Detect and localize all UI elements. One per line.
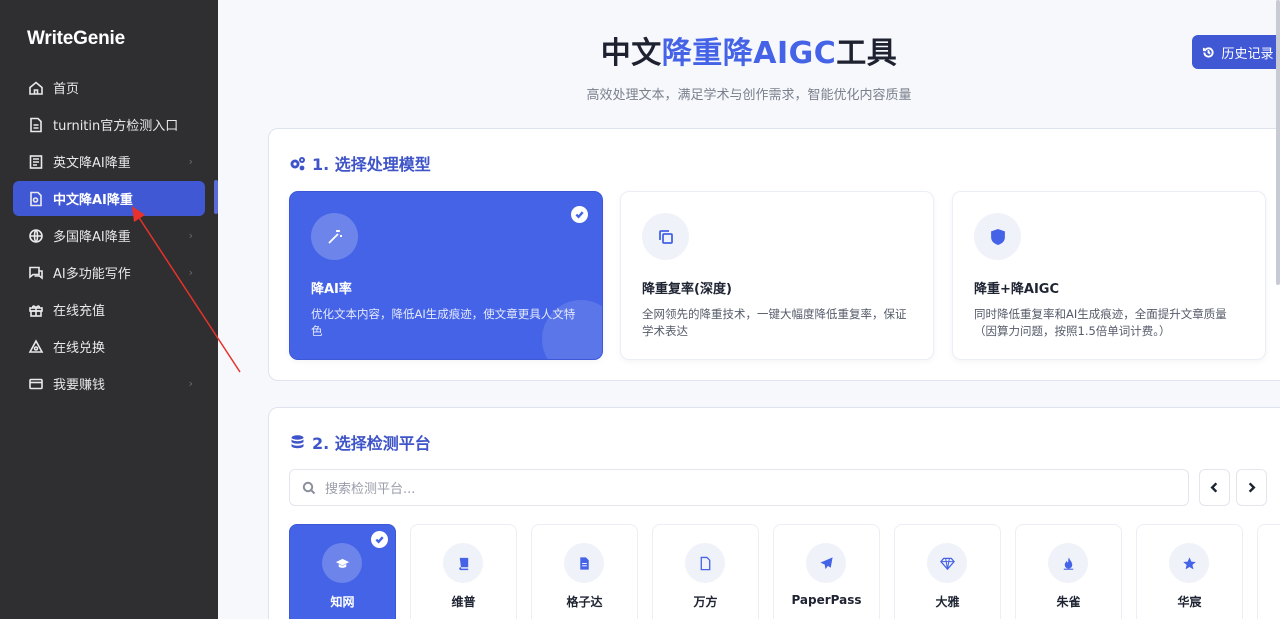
chat-icon <box>27 264 45 282</box>
history-icon <box>1203 46 1215 58</box>
sidebar-item-label: 多国降AI降重 <box>53 230 131 245</box>
sidebar-item-label: AI多功能写作 <box>53 267 131 282</box>
platform-name: 万方 <box>693 595 718 609</box>
flame-icon <box>1048 543 1088 583</box>
platform-panel: 2. 选择检测平台 搜索检测平台... 知网 维普 格子达 万方 PaperPa… <box>268 407 1280 619</box>
search-placeholder: 搜索检测平台... <box>325 482 416 497</box>
shield-icon <box>974 213 1021 260</box>
sidebar-item-home[interactable]: 首页 <box>0 69 218 106</box>
chevron-left-icon <box>1210 482 1218 493</box>
platform-name: 华宸 <box>1177 595 1202 609</box>
sidebar-item-turnitin[interactable]: turnitin官方检测入口 <box>0 106 218 143</box>
globe-icon <box>27 227 45 245</box>
sidebar-item-multinational[interactable]: 多国降AI降重 › <box>0 217 218 254</box>
magic-wand-icon <box>311 213 358 260</box>
sidebar-item-label: 在线兑换 <box>53 341 106 356</box>
platform-card-huachen[interactable]: 华宸 <box>1136 524 1243 619</box>
copy-icon <box>642 213 689 260</box>
platform-name: 朱雀 <box>1056 595 1081 609</box>
chevron-right-icon: › <box>188 155 193 168</box>
chevron-right-icon <box>1248 482 1256 493</box>
file-icon <box>685 543 725 583</box>
platform-name: PaperPass <box>791 593 862 607</box>
model-panel-title: 1. 选择处理模型 <box>289 151 431 175</box>
sidebar-item-label: 首页 <box>53 82 80 97</box>
platform-card-vip[interactable]: 维普 <box>410 524 517 619</box>
document-icon <box>27 116 45 134</box>
brand-logo[interactable]: WriteGenie <box>27 28 125 50</box>
platform-panel-title: 2. 选择检测平台 <box>289 430 431 454</box>
database-icon <box>291 434 304 448</box>
exchange-icon <box>27 338 45 356</box>
check-icon <box>371 531 388 548</box>
sidebar-item-label: 在线充值 <box>53 304 106 319</box>
platform-search-input[interactable]: 搜索检测平台... <box>289 469 1189 506</box>
book-icon <box>27 153 45 171</box>
platform-card-gezida[interactable]: 格子达 <box>531 524 638 619</box>
sidebar-item-redeem[interactable]: 在线兑换 <box>0 328 218 365</box>
sidebar-item-label: 我要赚钱 <box>53 378 106 393</box>
search-icon <box>302 481 316 494</box>
sidebar-item-label: turnitin官方检测入口 <box>53 119 179 134</box>
gem-icon <box>927 543 967 583</box>
platform-name: 知网 <box>330 595 355 609</box>
sidebar-item-label: 中文降AI降重 <box>53 193 133 208</box>
next-button[interactable] <box>1236 469 1267 506</box>
sidebar-nav: 首页 turnitin官方检测入口 英文降AI降重 › 中文降AI降重 多国降A… <box>0 69 218 402</box>
model-card-dedup-aigc[interactable]: 降重+降AIGC 同时降低重复率和AI生成痕迹，全面提升文章质量（因算力问题，按… <box>952 191 1266 360</box>
platform-card-daya[interactable]: 大雅 <box>894 524 1001 619</box>
model-name: 降重复率(深度) <box>642 282 732 297</box>
model-panel: 1. 选择处理模型 降AI率 优化文本内容，降低AI生成痕迹，使文章更具人文特色… <box>268 128 1280 381</box>
sidebar: WriteGenie 首页 turnitin官方检测入口 英文降AI降重 › 中… <box>0 0 218 619</box>
platform-card-cnki[interactable]: 知网 <box>289 524 396 619</box>
prev-button[interactable] <box>1199 469 1230 506</box>
paper-plane-icon <box>806 543 846 583</box>
book-icon <box>443 543 483 583</box>
gift-icon <box>27 301 45 319</box>
sidebar-item-recharge[interactable]: 在线充值 <box>0 291 218 328</box>
sidebar-item-earn[interactable]: 我要赚钱 › <box>0 365 218 402</box>
model-description: 全网领先的降重技术，一键大幅度降低重复率，保证学术表达 <box>642 307 907 338</box>
gears-icon <box>290 156 305 170</box>
page-title: 中文降重降AIGC工具 <box>600 36 898 71</box>
platform-name: 大雅 <box>935 595 960 609</box>
check-icon <box>571 206 588 223</box>
page-scrollbar[interactable] <box>1276 0 1280 285</box>
chevron-right-icon: › <box>188 229 193 242</box>
page-subtitle: 高效处理文本，满足学术与创作需求，智能优化内容质量 <box>586 88 912 103</box>
home-icon <box>27 79 45 97</box>
model-name: 降重+降AIGC <box>974 282 1060 297</box>
file-search-icon <box>27 190 45 208</box>
platform-card-paperpass[interactable]: PaperPass <box>773 524 880 619</box>
chevron-right-icon: › <box>188 377 193 390</box>
sidebar-item-english[interactable]: 英文降AI降重 › <box>0 143 218 180</box>
platform-name: 格子达 <box>566 595 603 609</box>
model-description: 优化文本内容，降低AI生成痕迹，使文章更具人文特色 <box>311 307 576 338</box>
model-card-ai-rate[interactable]: 降AI率 优化文本内容，降低AI生成痕迹，使文章更具人文特色 <box>289 191 603 360</box>
model-card-dedup-deep[interactable]: 降重复率(深度) 全网领先的降重技术，一键大幅度降低重复率，保证学术表达 <box>620 191 934 360</box>
file-text-icon <box>564 543 604 583</box>
platform-card-wanfang[interactable]: 万方 <box>652 524 759 619</box>
chevron-right-icon: › <box>188 266 193 279</box>
platform-card-partial[interactable] <box>1257 524 1280 619</box>
model-description: 同时降低重复率和AI生成痕迹，全面提升文章质量（因算力问题，按照1.5倍单词计费… <box>974 307 1227 338</box>
platform-name: 维普 <box>451 595 476 609</box>
sidebar-item-label: 英文降AI降重 <box>53 156 131 171</box>
graduation-cap-icon <box>322 543 362 583</box>
history-button-label: 历史记录 <box>1221 46 1274 62</box>
sidebar-item-chinese[interactable]: 中文降AI降重 <box>0 180 218 217</box>
wallet-icon <box>27 375 45 393</box>
sidebar-item-ai-writing[interactable]: AI多功能写作 › <box>0 254 218 291</box>
model-name: 降AI率 <box>311 282 352 297</box>
history-button[interactable]: 历史记录 <box>1192 35 1280 69</box>
main-content: 中文降重降AIGC工具 高效处理文本，满足学术与创作需求，智能优化内容质量 历史… <box>218 0 1280 619</box>
star-icon <box>1169 543 1209 583</box>
platform-card-zhuque[interactable]: 朱雀 <box>1015 524 1122 619</box>
